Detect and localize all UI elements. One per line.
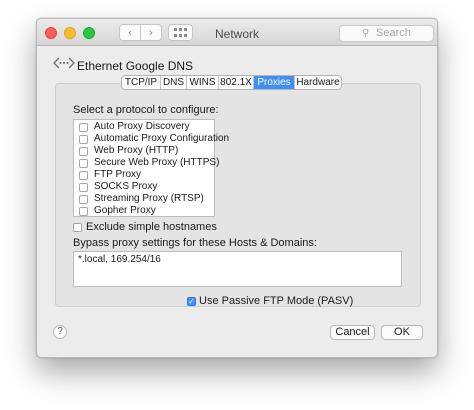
protocol-label: Streaming Proxy (RTSP) bbox=[94, 193, 204, 204]
bypass-label: Bypass proxy settings for these Hosts & … bbox=[73, 237, 317, 249]
protocol-list[interactable]: Auto Proxy Discovery Automatic Proxy Con… bbox=[73, 119, 229, 217]
service-name: Ethernet Google DNS bbox=[77, 59, 194, 73]
list-item[interactable]: Secure Web Proxy (HTTPS) bbox=[74, 157, 219, 169]
protocol-checkbox[interactable] bbox=[79, 183, 88, 192]
list-item[interactable]: Streaming Proxy (RTSP) bbox=[74, 193, 214, 205]
title-bar: ‹ › Network ⚲ Search bbox=[37, 19, 437, 46]
protocol-checkbox[interactable] bbox=[79, 195, 88, 204]
passive-ftp-checkbox[interactable]: ✓ bbox=[187, 297, 196, 306]
ok-button[interactable]: OK bbox=[381, 325, 423, 340]
checkmark-icon: ✓ bbox=[188, 297, 195, 306]
passive-ftp-label: Use Passive FTP Mode (PASV) bbox=[199, 295, 354, 307]
protocol-checkbox[interactable] bbox=[79, 123, 88, 132]
tab-dns[interactable]: DNS bbox=[161, 76, 187, 89]
tab-hardware[interactable]: Hardware bbox=[295, 76, 341, 89]
bypass-hosts-field[interactable]: *.local, 169.254/16 bbox=[73, 251, 402, 287]
select-protocol-label: Select a protocol to configure: bbox=[73, 104, 219, 116]
protocol-checkbox[interactable] bbox=[79, 147, 88, 156]
protocol-checkbox[interactable] bbox=[79, 159, 88, 168]
tab-tcpip[interactable]: TCP/IP bbox=[122, 76, 161, 89]
protocol-label: Automatic Proxy Configuration bbox=[94, 133, 230, 144]
protocol-label: Web Proxy (HTTP) bbox=[94, 145, 179, 156]
list-item[interactable]: Gopher Proxy bbox=[74, 205, 214, 217]
list-item[interactable]: Auto Proxy Discovery bbox=[74, 121, 214, 133]
protocol-checkbox[interactable] bbox=[79, 135, 88, 144]
protocol-label: Auto Proxy Discovery bbox=[94, 121, 190, 132]
protocol-label: FTP Proxy bbox=[94, 169, 142, 180]
list-item[interactable]: SOCKS Proxy bbox=[74, 181, 214, 193]
tab-bar: TCP/IP DNS WINS 802.1X Proxies Hardware bbox=[121, 75, 342, 90]
cancel-button[interactable]: Cancel bbox=[330, 325, 375, 340]
protocol-checkbox[interactable] bbox=[79, 207, 88, 216]
list-item[interactable]: Automatic Proxy Configuration bbox=[74, 133, 229, 145]
search-icon: ⚲ bbox=[362, 28, 370, 39]
search-field[interactable]: ⚲ Search bbox=[339, 25, 434, 42]
network-window: ‹ › Network ⚲ Search Ethernet Google DNS… bbox=[36, 18, 438, 358]
tab-wins[interactable]: WINS bbox=[187, 76, 219, 89]
tab-proxies[interactable]: Proxies bbox=[254, 76, 295, 89]
tab-8021x[interactable]: 802.1X bbox=[219, 76, 254, 89]
help-button[interactable]: ? bbox=[53, 325, 67, 339]
protocol-label: Secure Web Proxy (HTTPS) bbox=[94, 157, 220, 168]
search-placeholder: Search bbox=[376, 27, 411, 39]
exclude-simple-hostnames-checkbox[interactable] bbox=[73, 223, 82, 232]
protocol-checkbox[interactable] bbox=[79, 171, 88, 180]
protocol-label: Gopher Proxy bbox=[94, 205, 156, 216]
exclude-simple-hostnames-label: Exclude simple hostnames bbox=[86, 221, 217, 233]
list-item[interactable]: FTP Proxy bbox=[74, 169, 214, 181]
protocol-label: SOCKS Proxy bbox=[94, 181, 158, 192]
list-item[interactable]: Web Proxy (HTTP) bbox=[74, 145, 214, 157]
ethernet-icon bbox=[53, 57, 75, 69]
